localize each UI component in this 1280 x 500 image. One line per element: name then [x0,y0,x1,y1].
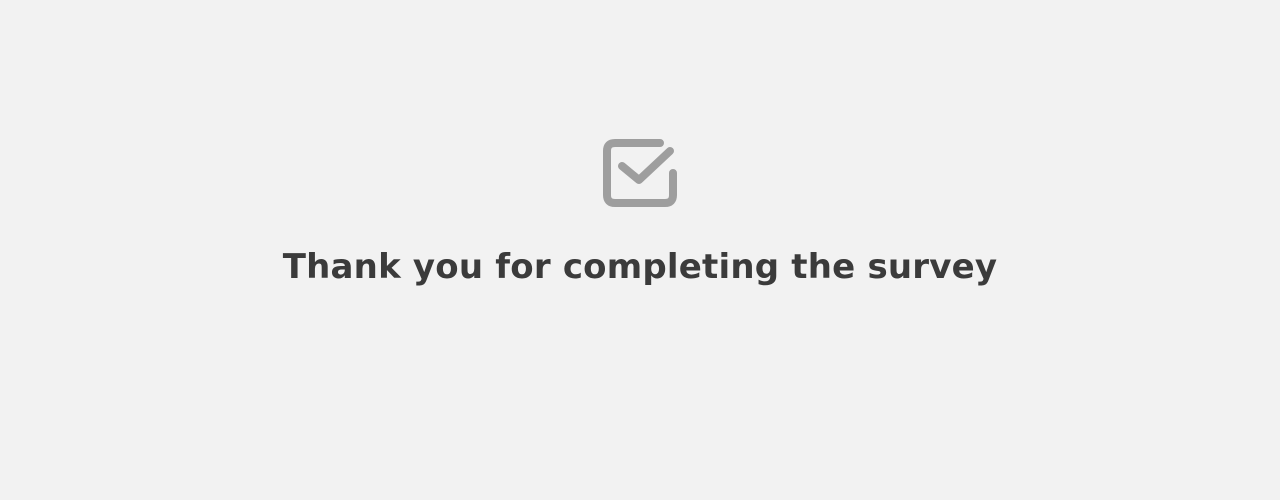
completion-message: Thank you for completing the survey [282,247,998,287]
completion-page: Thank you for completing the survey [0,0,1280,500]
checkbox-checked-icon [602,134,678,208]
